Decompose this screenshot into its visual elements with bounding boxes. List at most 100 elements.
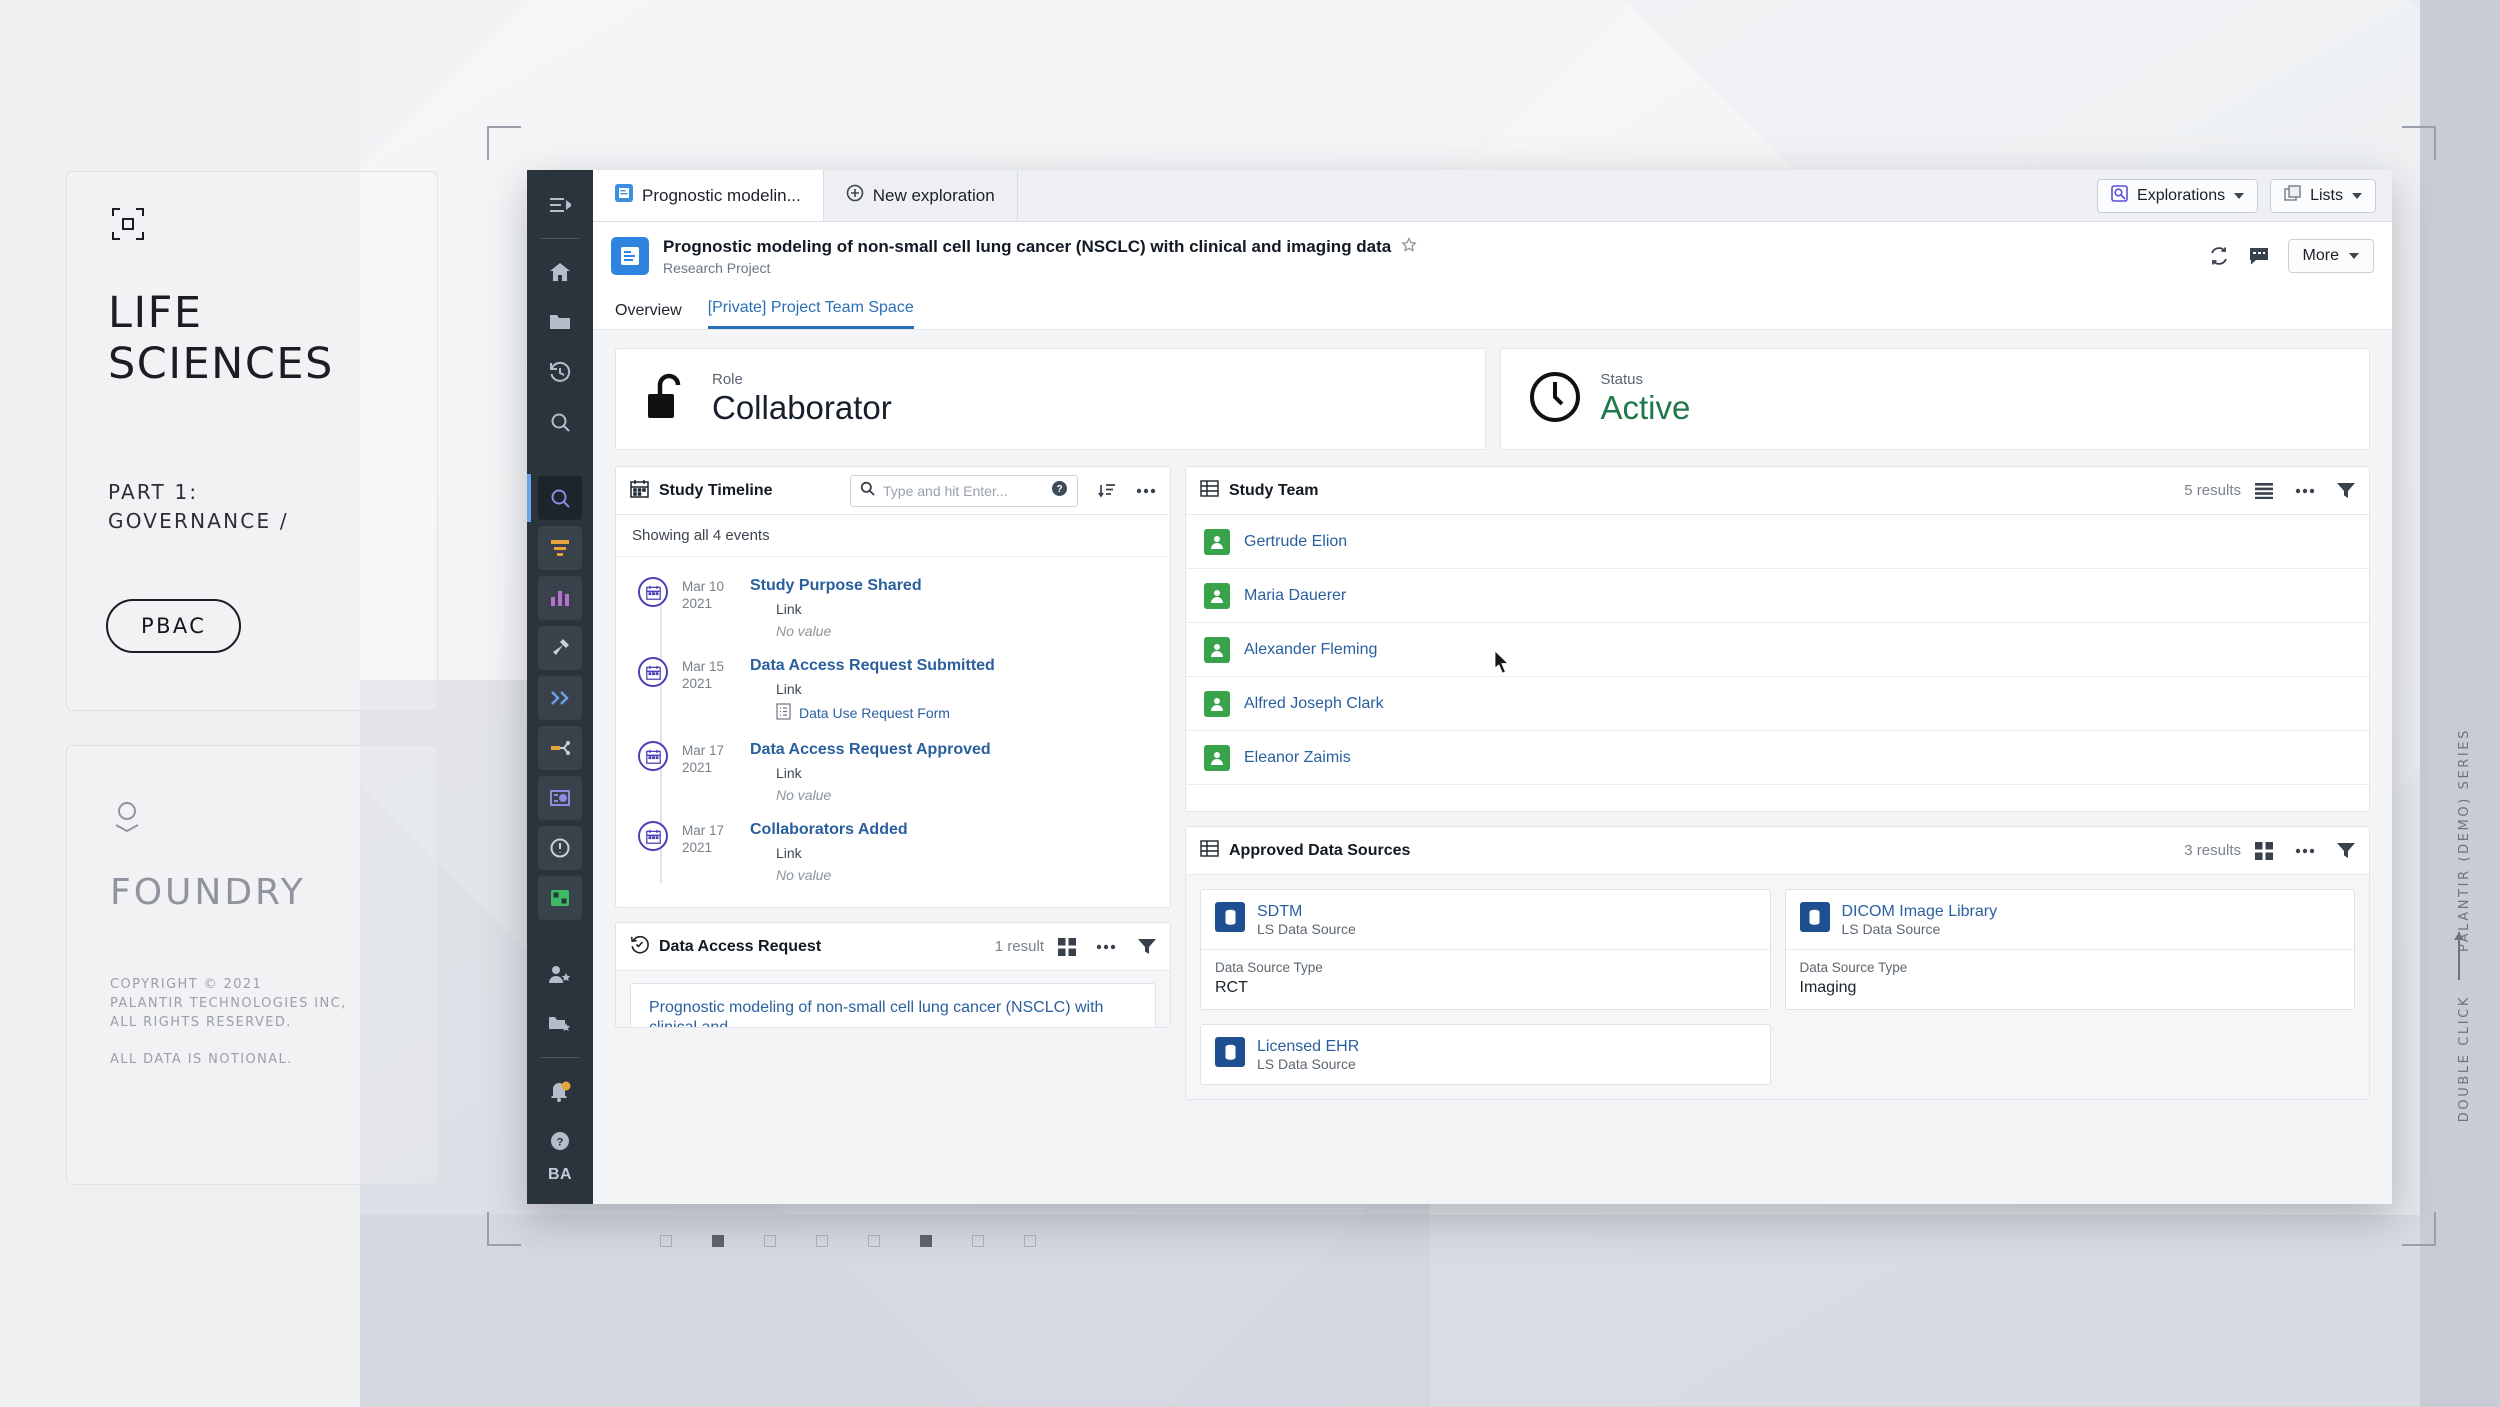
timeline-item[interactable]: Mar 10 2021 Study Purpose Shared Link No… [616, 573, 1170, 653]
table-row[interactable]: Eleanor Zaimis [1186, 731, 2369, 785]
data-source-card[interactable]: SDTM LS Data Source Data Source Type RCT [1200, 889, 1771, 1010]
status-value: Active [1601, 389, 1691, 427]
code-workbook-icon[interactable] [538, 676, 582, 720]
more-button[interactable]: More [2288, 239, 2374, 273]
contour-icon[interactable] [538, 526, 582, 570]
tab-prognostic-modeling[interactable]: Prognostic modelin... [593, 170, 824, 221]
project-icon [611, 237, 649, 275]
slide-progress-indicator [660, 1235, 1036, 1247]
data-source-card[interactable]: DICOM Image Library LS Data Source Data … [1785, 889, 2356, 1010]
more-horizontal-icon[interactable] [2295, 848, 2315, 854]
list-view-icon[interactable] [2255, 483, 2273, 499]
copyright-line-2: PALANTIR TECHNOLOGIES INC, [110, 996, 347, 1011]
shared-with-me-icon[interactable] [538, 952, 582, 996]
timeline-event-name[interactable]: Study Purpose Shared [750, 577, 922, 595]
timeline-field-value: No value [776, 623, 922, 639]
filter-icon[interactable] [2337, 482, 2355, 500]
menu-toggle-icon[interactable] [538, 183, 582, 227]
timeline-link-value[interactable]: Data Use Request Form [776, 703, 995, 723]
chevron-down-icon [2234, 193, 2244, 199]
modeling-icon[interactable] [538, 876, 582, 920]
data-access-request-card[interactable]: Prognostic modeling of non-small cell lu… [630, 983, 1156, 1027]
quiver-chart-icon[interactable] [538, 576, 582, 620]
approved-data-sources-count: 3 results [2184, 842, 2241, 859]
table-row[interactable]: Alexander Fleming [1186, 623, 2369, 677]
timeline-item[interactable]: Mar 17 2021 Collaborators Added Link No … [616, 817, 1170, 897]
team-member-name: Maria Dauerer [1244, 587, 1346, 605]
timeline-item[interactable]: Mar 15 2021 Data Access Request Submitte… [616, 653, 1170, 737]
explorations-button[interactable]: Explorations [2097, 179, 2258, 213]
timeline-field-value: No value [776, 867, 908, 883]
help-icon[interactable]: ? [538, 1119, 582, 1163]
approved-data-sources-header: Approved Data Sources 3 results [1186, 827, 2369, 875]
timeline-link-label: Data Use Request Form [799, 705, 950, 721]
star-outline-icon[interactable] [1401, 237, 1417, 258]
progress-square [868, 1235, 880, 1247]
timeline-event-name[interactable]: Collaborators Added [750, 821, 908, 839]
sort-descending-icon[interactable] [1098, 482, 1116, 500]
filter-icon[interactable] [1138, 938, 1156, 956]
table-row[interactable]: Alfred Joseph Clark [1186, 677, 2369, 731]
help-circle-icon[interactable]: ? [1051, 480, 1068, 502]
background-lower-band [0, 1215, 2500, 1407]
timeline-field-value: No value [776, 787, 991, 803]
data-access-request-body: Prognostic modeling of non-small cell lu… [616, 971, 1170, 1027]
search-icon[interactable] [538, 400, 582, 444]
notifications-bell-icon[interactable] [538, 1069, 582, 1113]
grid-view-icon[interactable] [1058, 938, 1076, 956]
document-icon [776, 703, 791, 723]
timeline-event-name[interactable]: Data Access Request Approved [750, 741, 991, 759]
table-row[interactable]: Gertrude Elion [1186, 515, 2369, 569]
tab-label: Prognostic modelin... [642, 186, 801, 206]
workshop-hammer-icon[interactable] [538, 626, 582, 670]
refresh-icon[interactable] [2208, 245, 2230, 267]
timeline-date: Mar 17 2021 [682, 741, 736, 803]
subtab-private-project-team-space[interactable]: [Private] Project Team Space [708, 299, 914, 329]
history-icon[interactable] [538, 350, 582, 394]
person-icon [1204, 529, 1230, 555]
object-explorer-icon[interactable] [538, 476, 582, 520]
timeline-body: Data Access Request Submitted Link [750, 657, 995, 723]
plus-circle-icon [846, 184, 864, 207]
data-source-card-titles: Licensed EHR LS Data Source [1257, 1037, 1359, 1072]
timeline-event-name[interactable]: Data Access Request Submitted [750, 657, 995, 675]
team-member-name: Gertrude Elion [1244, 533, 1347, 551]
more-horizontal-icon[interactable] [1136, 488, 1156, 494]
background-right-column [2420, 0, 2500, 1407]
grid-view-icon[interactable] [2255, 842, 2273, 860]
calendar-icon [630, 479, 649, 503]
more-horizontal-icon[interactable] [1096, 944, 1116, 950]
timeline-date: Mar 10 2021 [682, 577, 736, 639]
explorations-label: Explorations [2137, 187, 2225, 205]
home-icon[interactable] [538, 250, 582, 294]
alerts-icon[interactable] [538, 826, 582, 870]
user-avatar-initials[interactable]: BA [548, 1166, 572, 1184]
table-row[interactable]: Maria Dauerer [1186, 569, 2369, 623]
progress-square [920, 1235, 932, 1247]
data-source-card[interactable]: Licensed EHR LS Data Source [1200, 1024, 1771, 1085]
brand-title: LIFE SCIENCES [108, 288, 428, 390]
subtab-overview[interactable]: Overview [615, 302, 682, 329]
tab-new-exploration[interactable]: New exploration [824, 170, 1018, 221]
pipeline-builder-icon[interactable] [538, 726, 582, 770]
timeline-date: Mar 17 2021 [682, 821, 736, 883]
data-source-field-label: Data Source Type [1800, 960, 2341, 975]
left-navigation-rail: ? BA [527, 170, 593, 1204]
unlock-icon [644, 370, 692, 429]
folder-icon[interactable] [538, 300, 582, 344]
person-icon [1204, 745, 1230, 771]
more-horizontal-icon[interactable] [2295, 488, 2315, 494]
study-timeline-search[interactable]: ? [850, 475, 1078, 507]
search-input[interactable] [883, 483, 1043, 499]
summary-card-row: Role Collaborator Status Active [615, 348, 2370, 450]
corner-bracket-top-left [487, 126, 521, 160]
status-label: Status [1601, 371, 1691, 388]
slate-icon[interactable] [538, 776, 582, 820]
crop-marks-icon [110, 206, 146, 242]
favorite-folder-icon[interactable] [538, 1002, 582, 1046]
filter-icon[interactable] [2337, 842, 2355, 860]
edge-label-series: PALANTIR (DEMO) SERIES [2457, 728, 2472, 952]
comment-icon[interactable] [2248, 246, 2270, 266]
timeline-item[interactable]: Mar 17 2021 Data Access Request Approved… [616, 737, 1170, 817]
lists-button[interactable]: Lists [2270, 179, 2376, 213]
